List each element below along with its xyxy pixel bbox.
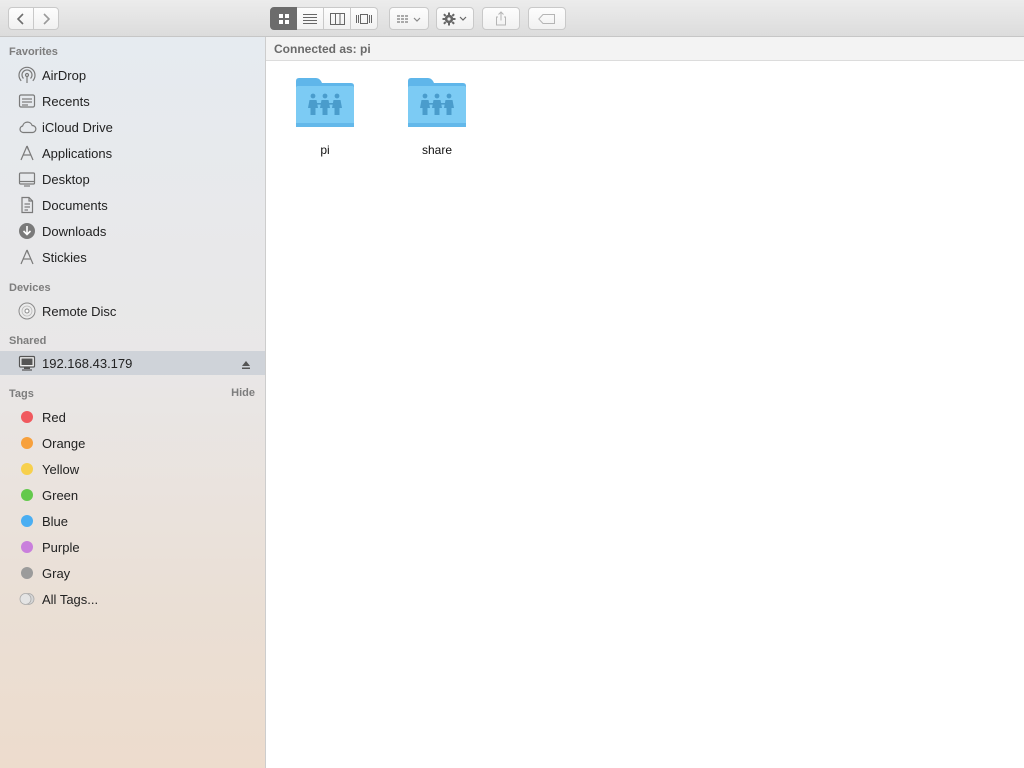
- sidebar-item-recents[interactable]: Recents: [0, 89, 265, 113]
- airdrop-icon: [17, 65, 37, 85]
- connected-as-bar: Connected as: pi: [266, 37, 1024, 61]
- share-button[interactable]: [482, 7, 520, 30]
- shared-folder-icon: [408, 78, 466, 127]
- shared-section-title: Shared: [9, 335, 47, 347]
- recents-icon: [17, 91, 37, 111]
- sidebar-item-label: All Tags...: [42, 591, 99, 607]
- icon-view-button[interactable]: [270, 7, 297, 30]
- server-icon: [17, 353, 37, 373]
- devices-section-title: Devices: [9, 282, 51, 294]
- columns-icon: [329, 12, 345, 25]
- view-mode-control: [270, 7, 378, 30]
- sidebar-item-label: Documents: [42, 197, 108, 213]
- group-icon: [397, 14, 421, 23]
- cloud-icon: [17, 117, 37, 137]
- gear-icon: [442, 12, 467, 25]
- sidebar-tag-gray[interactable]: Gray: [0, 561, 265, 585]
- folder-item-share[interactable]: share: [392, 75, 482, 157]
- sidebar-item-label: AirDrop: [42, 67, 87, 83]
- sidebar-item-label: iCloud Drive: [42, 119, 113, 135]
- sidebar-item-icloud-drive[interactable]: iCloud Drive: [0, 115, 265, 139]
- sidebar-item-label: Stickies: [42, 249, 87, 265]
- sidebar-item-applications[interactable]: Applications: [0, 141, 265, 165]
- toolbar: [0, 0, 1024, 37]
- sidebar-item-remote-disc[interactable]: Remote Disc: [0, 299, 265, 323]
- favorites-section-title: Favorites: [9, 46, 58, 58]
- disc-icon: [17, 301, 37, 321]
- sidebar-item-label: Orange: [42, 435, 86, 451]
- documents-icon: [17, 195, 37, 215]
- sidebar-tag-purple[interactable]: Purple: [0, 535, 265, 559]
- red-tag-icon: [21, 411, 33, 423]
- sidebar-item-label: Green: [42, 487, 79, 503]
- tag-color-dot-container: [17, 407, 37, 427]
- sidebar-item-label: Applications: [42, 145, 113, 161]
- yellow-tag-icon: [21, 463, 33, 475]
- desktop-icon: [17, 169, 37, 189]
- sidebar-item-label: Purple: [42, 539, 80, 555]
- action-button[interactable]: [436, 7, 474, 30]
- orange-tag-icon: [21, 437, 33, 449]
- tag-color-dot-container: [17, 537, 37, 557]
- gray-tag-icon: [21, 567, 33, 579]
- tag-color-dot-container: [17, 511, 37, 531]
- chevron-left-icon: [16, 12, 24, 25]
- edit-tags-button[interactable]: [528, 7, 566, 30]
- sidebar: Favorites AirDrop Recents iCloud Drive A…: [0, 37, 266, 768]
- sidebar-item-label: Remote Disc: [42, 303, 117, 319]
- sidebar-tag-red[interactable]: Red: [0, 405, 265, 429]
- tags-section-title: Tags: [9, 388, 34, 400]
- green-tag-icon: [21, 489, 33, 501]
- tag-color-dot-container: [17, 485, 37, 505]
- tag-color-dot-container: [17, 563, 37, 583]
- list-view-button[interactable]: [297, 7, 324, 30]
- forward-button[interactable]: [33, 7, 59, 30]
- grid-icon: [278, 13, 289, 24]
- applications-icon: [17, 143, 37, 163]
- back-button[interactable]: [8, 7, 34, 30]
- sidebar-tag-yellow[interactable]: Yellow: [0, 457, 265, 481]
- cover-flow-view-button[interactable]: [351, 7, 378, 30]
- cover-flow-icon: [356, 13, 372, 24]
- sidebar-tag-all-tags[interactable]: All Tags...: [0, 587, 265, 611]
- tag-color-dot-container: [17, 433, 37, 453]
- shared-folder-icon: [296, 78, 354, 127]
- sidebar-item-server[interactable]: 192.168.43.179: [0, 351, 265, 375]
- purple-tag-icon: [21, 541, 33, 553]
- sidebar-item-label: Recents: [42, 93, 90, 109]
- tag-icon: [538, 13, 555, 24]
- group-by-button[interactable]: [389, 7, 429, 30]
- share-icon: [496, 11, 506, 26]
- folder-label: pi: [320, 143, 330, 157]
- chevron-right-icon: [43, 12, 51, 25]
- sidebar-tag-green[interactable]: Green: [0, 483, 265, 507]
- sidebar-tag-blue[interactable]: Blue: [0, 509, 265, 533]
- all-tags-icon: [17, 589, 37, 609]
- eject-icon[interactable]: [241, 357, 251, 375]
- sidebar-item-label: Gray: [42, 565, 71, 581]
- sidebar-tag-orange[interactable]: Orange: [0, 431, 265, 455]
- sidebar-item-downloads[interactable]: Downloads: [0, 219, 265, 243]
- sidebar-item-desktop[interactable]: Desktop: [0, 167, 265, 191]
- folder-item-pi[interactable]: pi: [280, 75, 370, 157]
- applications-icon: [17, 247, 37, 267]
- sidebar-item-label: Yellow: [42, 461, 80, 477]
- sidebar-item-airdrop[interactable]: AirDrop: [0, 63, 265, 87]
- blue-tag-icon: [21, 515, 33, 527]
- sidebar-item-documents[interactable]: Documents: [0, 193, 265, 217]
- sidebar-item-label: Desktop: [42, 171, 90, 187]
- column-view-button[interactable]: [324, 7, 351, 30]
- sidebar-item-label: Blue: [42, 513, 69, 529]
- tag-color-dot-container: [17, 459, 37, 479]
- sidebar-item-label: Red: [42, 409, 66, 425]
- sidebar-item-label: 192.168.43.179: [42, 355, 133, 371]
- file-browser-content: pi share: [266, 61, 1024, 768]
- sidebar-item-stickies[interactable]: Stickies: [0, 245, 265, 269]
- list-icon: [303, 13, 317, 24]
- downloads-icon: [17, 221, 37, 241]
- tags-hide-button[interactable]: Hide: [231, 387, 255, 399]
- folder-label: share: [421, 143, 453, 157]
- sidebar-item-label: Downloads: [42, 223, 107, 239]
